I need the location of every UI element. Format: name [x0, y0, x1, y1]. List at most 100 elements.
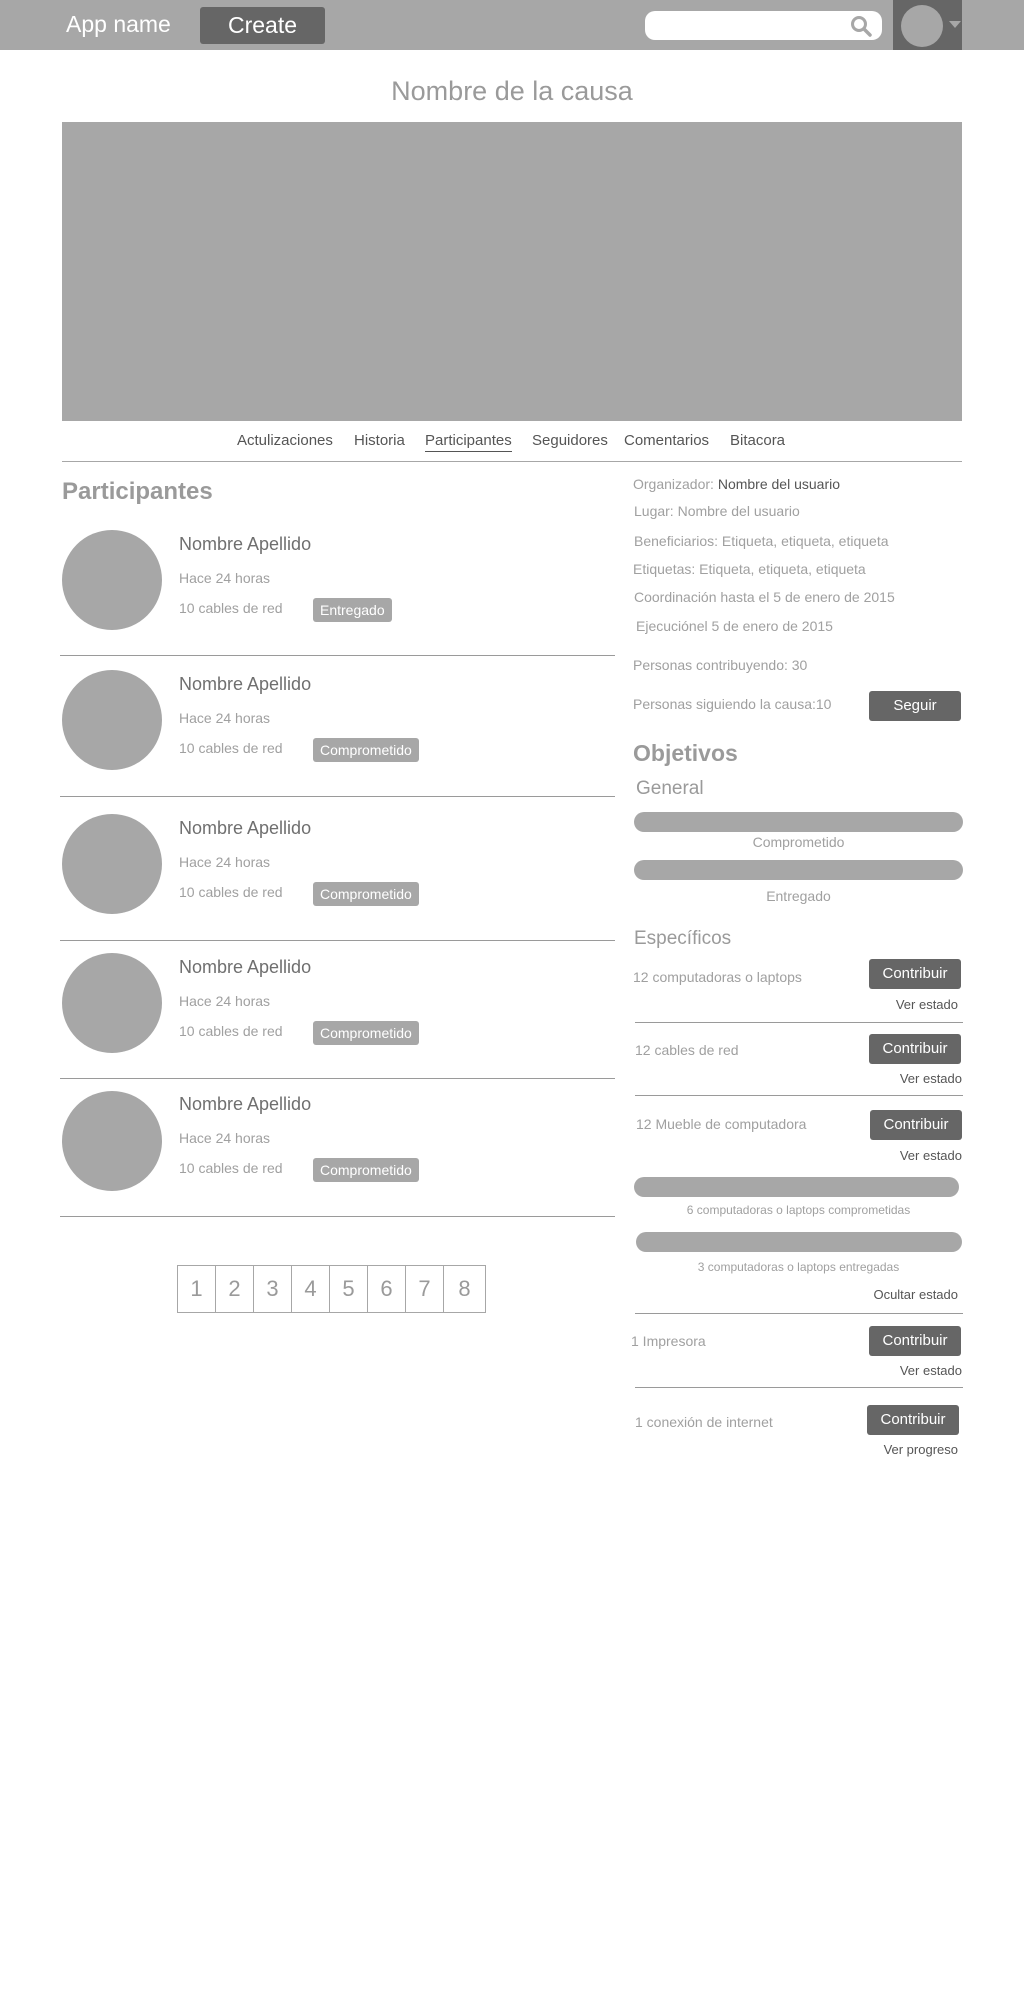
- participant-row[interactable]: Nombre Apellido Hace 24 horas 10 cables …: [60, 941, 615, 1079]
- goal-delivered-bar: [636, 1232, 962, 1252]
- coordination-line: Coordinación hasta el 5 de enero de 2015: [634, 589, 895, 605]
- goal-name: 1 Impresora: [631, 1333, 706, 1349]
- top-bar: App name Create: [0, 0, 1024, 50]
- tags-line: Etiquetas: Etiqueta, etiqueta, etiqueta: [633, 561, 866, 577]
- user-menu-button[interactable]: [893, 0, 962, 50]
- tab-comentarios[interactable]: Comentarios: [624, 432, 709, 449]
- participant-avatar[interactable]: [62, 953, 162, 1053]
- contribute-button[interactable]: Contribuir: [869, 1034, 961, 1064]
- participant-avatar[interactable]: [62, 670, 162, 770]
- divider: [635, 1095, 963, 1096]
- delivered-progress-bar: [634, 860, 963, 880]
- status-badge: Entregado: [313, 598, 392, 622]
- contribute-button[interactable]: Contribuir: [867, 1405, 959, 1435]
- goal-name: 12 Mueble de computadora: [636, 1116, 807, 1132]
- tab-bar: Actulizaciones Historia Participantes Se…: [62, 426, 962, 462]
- search-box[interactable]: [645, 11, 882, 40]
- avatar[interactable]: [901, 5, 943, 47]
- tab-bitacora[interactable]: Bitacora: [730, 432, 785, 449]
- page-5[interactable]: 5: [330, 1266, 368, 1312]
- view-status-link[interactable]: Ver estado: [840, 1363, 962, 1378]
- search-icon[interactable]: [850, 15, 872, 37]
- cause-title: Nombre de la causa: [391, 76, 633, 106]
- delivered-label: Entregado: [766, 888, 831, 904]
- status-badge: Comprometido: [313, 882, 419, 906]
- participant-time: Hace 24 horas: [179, 710, 271, 726]
- page-1[interactable]: 1: [178, 1266, 216, 1312]
- page-3[interactable]: 3: [254, 1266, 292, 1312]
- search-input[interactable]: [655, 15, 835, 36]
- organizer-label: Organizador:: [633, 476, 714, 492]
- organizer-name[interactable]: Nombre del usuario: [718, 476, 840, 492]
- view-progress-link[interactable]: Ver progreso: [840, 1442, 958, 1457]
- participant-time: Hace 24 horas: [179, 993, 271, 1009]
- view-status-link[interactable]: Ver estado: [840, 1071, 962, 1086]
- page-7[interactable]: 7: [406, 1266, 444, 1312]
- place-line: Lugar: Nombre del usuario: [634, 503, 800, 519]
- hide-status-link[interactable]: Ocultar estado: [840, 1287, 958, 1302]
- participant-time: Hace 24 horas: [179, 570, 271, 586]
- organizer-line: Organizador: Nombre del usuario: [633, 476, 840, 492]
- participant-row[interactable]: Nombre Apellido Hace 24 horas 10 cables …: [60, 797, 615, 941]
- chevron-down-icon[interactable]: [949, 21, 961, 28]
- goal-delivered-label: 3 computadoras o laptops entregadas: [697, 1260, 900, 1274]
- participant-avatar[interactable]: [62, 814, 162, 914]
- page-4[interactable]: 4: [292, 1266, 330, 1312]
- status-badge: Comprometido: [313, 1158, 419, 1182]
- contribute-button[interactable]: Contribuir: [870, 1110, 962, 1140]
- status-badge: Comprometido: [313, 738, 419, 762]
- goal-committed-label: 6 computadoras o laptops comprometidas: [686, 1203, 911, 1217]
- participant-avatar[interactable]: [62, 530, 162, 630]
- goal-name: 1 conexión de internet: [635, 1414, 773, 1430]
- participant-item: 10 cables de red: [179, 1023, 283, 1039]
- page-2[interactable]: 2: [216, 1266, 254, 1312]
- participant-time: Hace 24 horas: [179, 1130, 271, 1146]
- app-name[interactable]: App name: [66, 11, 171, 38]
- specific-title: Específicos: [634, 928, 732, 949]
- participant-row[interactable]: Nombre Apellido Hace 24 horas 10 cables …: [60, 656, 615, 797]
- goal-name: 12 computadoras o laptops: [633, 969, 802, 985]
- participant-item: 10 cables de red: [179, 600, 283, 616]
- goal-committed-bar: [634, 1177, 959, 1197]
- cause-image: [62, 122, 962, 421]
- divider: [635, 1022, 963, 1023]
- status-badge: Comprometido: [313, 1021, 419, 1045]
- participant-row[interactable]: Nombre Apellido Hace 24 horas 10 cables …: [60, 1079, 615, 1217]
- committed-label: Comprometido: [752, 834, 845, 850]
- view-status-link[interactable]: Ver estado: [840, 1148, 962, 1163]
- tab-seguidores[interactable]: Seguidores: [532, 432, 608, 449]
- view-status-link[interactable]: Ver estado: [840, 997, 958, 1012]
- tab-participantes[interactable]: Participantes: [425, 432, 512, 452]
- participant-item: 10 cables de red: [179, 1160, 283, 1176]
- page-8[interactable]: 8: [444, 1266, 485, 1312]
- participant-name[interactable]: Nombre Apellido: [179, 534, 311, 555]
- participant-name[interactable]: Nombre Apellido: [179, 1094, 311, 1115]
- participant-time: Hace 24 horas: [179, 854, 271, 870]
- goal-name: 12 cables de red: [635, 1042, 739, 1058]
- general-title: General: [636, 778, 704, 799]
- participant-item: 10 cables de red: [179, 740, 283, 756]
- execution-line: Ejecuciónel 5 de enero de 2015: [636, 618, 833, 634]
- page-6[interactable]: 6: [368, 1266, 406, 1312]
- divider: [635, 1313, 963, 1314]
- participants-title: Participantes: [62, 478, 213, 505]
- committed-progress-bar: [634, 812, 963, 832]
- contributors-count: Personas contribuyendo: 30: [633, 657, 808, 673]
- participant-name[interactable]: Nombre Apellido: [179, 957, 311, 978]
- beneficiaries-line: Beneficiarios: Etiqueta, etiqueta, etiqu…: [634, 533, 889, 549]
- participant-name[interactable]: Nombre Apellido: [179, 818, 311, 839]
- tab-historia[interactable]: Historia: [354, 432, 405, 449]
- participant-item: 10 cables de red: [179, 884, 283, 900]
- follow-button[interactable]: Seguir: [869, 691, 961, 721]
- followers-count: Personas siguiendo la causa:10: [633, 696, 832, 712]
- participant-avatar[interactable]: [62, 1091, 162, 1191]
- create-button[interactable]: Create: [200, 7, 325, 44]
- objectives-title: Objetivos: [633, 740, 738, 766]
- contribute-button[interactable]: Contribuir: [869, 959, 961, 989]
- contribute-button[interactable]: Contribuir: [869, 1326, 961, 1356]
- participant-row[interactable]: Nombre Apellido Hace 24 horas 10 cables …: [60, 510, 615, 656]
- participant-name[interactable]: Nombre Apellido: [179, 674, 311, 695]
- pagination: 1 2 3 4 5 6 7 8: [177, 1265, 486, 1313]
- divider: [635, 1387, 963, 1388]
- tab-actualizaciones[interactable]: Actulizaciones: [237, 432, 333, 449]
